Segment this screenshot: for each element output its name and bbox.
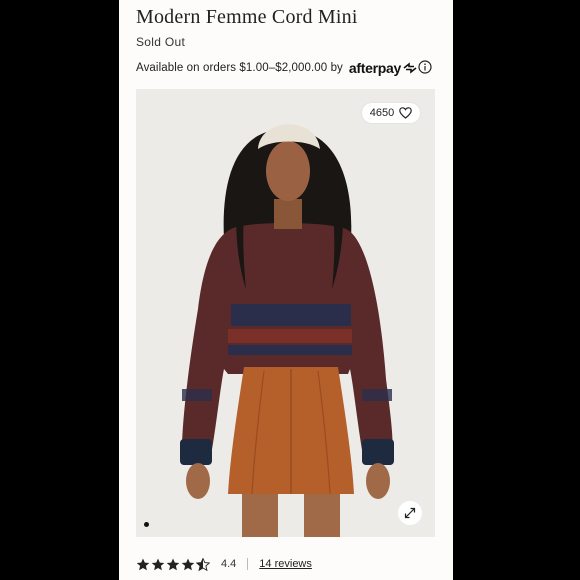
- afterpay-arrows-icon: [403, 62, 417, 74]
- afterpay-text: Available on orders $1.00–$2,000.00 by: [136, 62, 343, 74]
- star-icon: [151, 558, 165, 570]
- reviews-link[interactable]: 14 reviews: [259, 558, 312, 570]
- star-icon: [166, 558, 180, 570]
- product-image[interactable]: 4650: [136, 89, 435, 537]
- divider: [247, 558, 249, 570]
- rating-row: 4.4 14 reviews: [136, 554, 312, 574]
- afterpay-brand: afterpay: [348, 60, 401, 76]
- expand-button[interactable]: [398, 501, 422, 525]
- info-icon[interactable]: [418, 60, 432, 74]
- like-button[interactable]: 4650: [362, 103, 420, 123]
- product-title: Modern Femme Cord Mini: [136, 6, 358, 28]
- like-count: 4650: [369, 107, 395, 119]
- expand-icon: [404, 507, 416, 519]
- star-rating: [136, 557, 210, 571]
- rating-value: 4.4: [221, 558, 237, 570]
- product-page: Modern Femme Cord Mini Sold Out Availabl…: [119, 0, 453, 580]
- half-star-icon: [196, 557, 210, 571]
- model-photo: [136, 89, 435, 537]
- star-icon: [136, 558, 150, 570]
- carousel-dot[interactable]: [144, 522, 149, 527]
- afterpay-banner: Available on orders $1.00–$2,000.00 by a…: [136, 58, 436, 78]
- afterpay-logo: afterpay: [349, 60, 418, 76]
- stock-status: Sold Out: [136, 35, 186, 49]
- star-icon: [181, 558, 195, 570]
- heart-icon: [399, 107, 413, 119]
